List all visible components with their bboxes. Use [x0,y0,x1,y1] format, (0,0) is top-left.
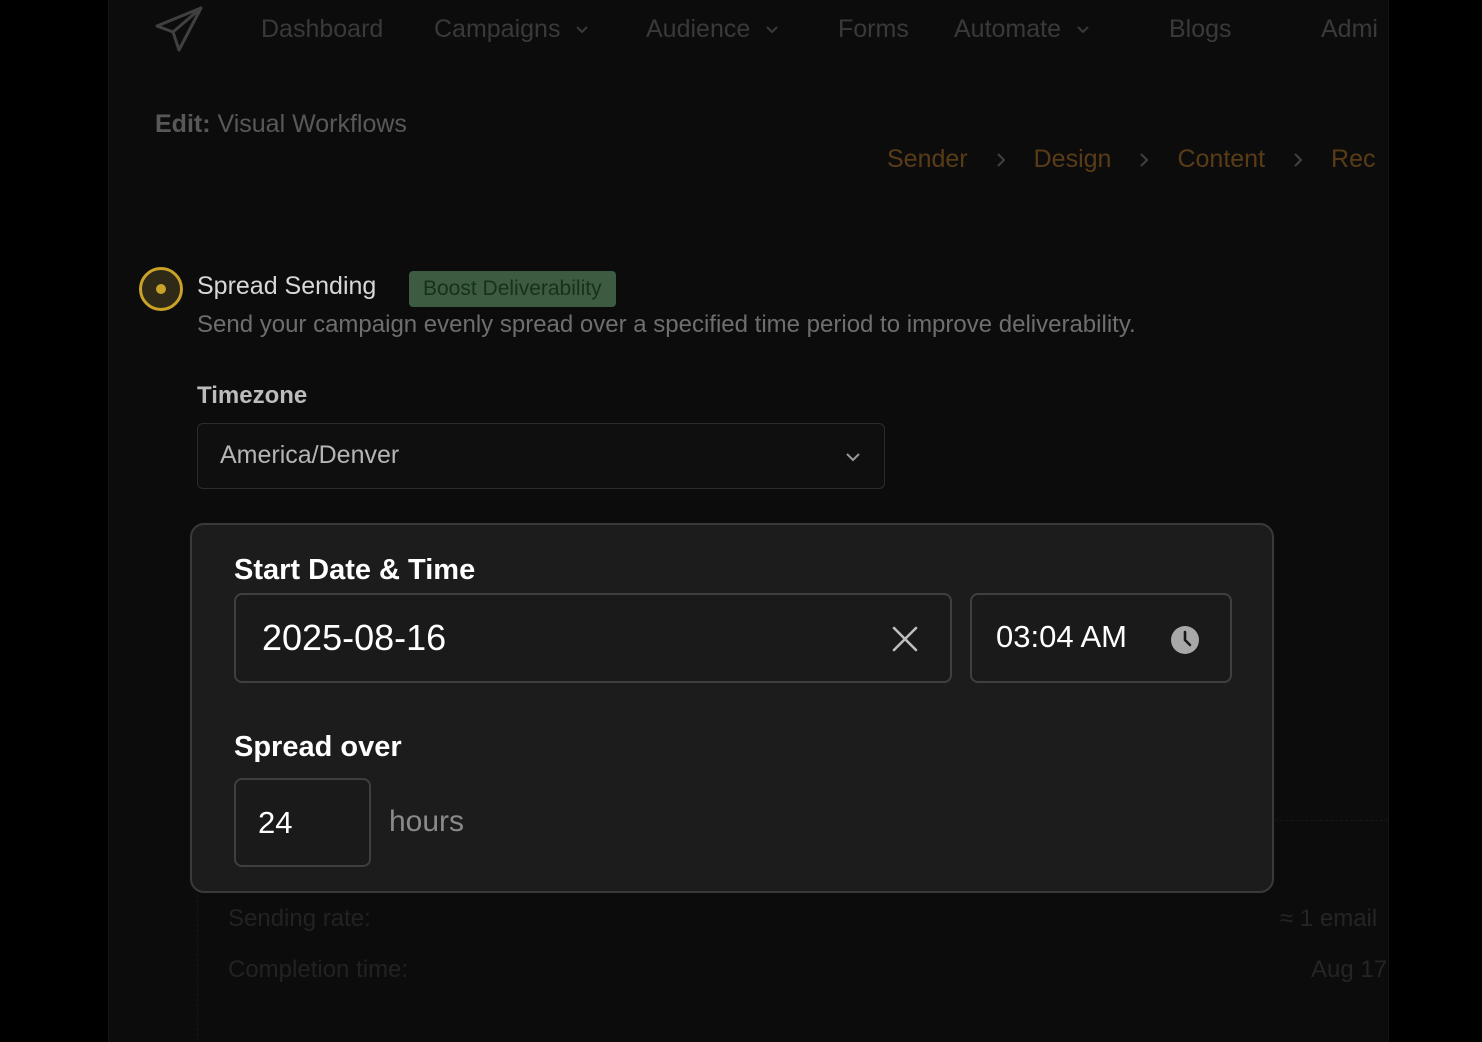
step-sender[interactable]: Sender [887,145,968,174]
completion-time-value: Aug 17 [1311,956,1388,983]
chevron-down-icon [1077,25,1089,33]
page-title: Edit: Visual Workflows [155,110,407,138]
sending-rate-value: ≈ 1 email [1280,905,1378,932]
timezone-label: Timezone [197,382,308,409]
clear-icon[interactable] [890,624,920,654]
boost-deliverability-badge: Boost Deliverability [409,271,616,307]
step-content[interactable]: Content [1177,145,1265,174]
sending-rate-label: Sending rate: [228,905,371,932]
spread-sending-radio[interactable] [139,267,183,311]
chevron-right-icon [1294,152,1303,167]
spread-hours-value: 24 [258,805,293,840]
nav-item-dashboard[interactable]: Dashboard [261,15,383,44]
top-nav: Dashboard Campaigns Audience Forms Autom… [109,0,1388,62]
timezone-select[interactable]: America/Denver [197,423,885,489]
start-date-input[interactable]: 2025-08-16 [234,593,952,683]
step-recipients[interactable]: Rec [1331,145,1375,174]
chevron-right-icon [1140,152,1149,167]
chevron-down-icon [576,25,589,33]
paper-plane-logo-icon[interactable] [153,4,205,56]
spread-sending-description: Send your campaign evenly spread over a … [197,311,1136,338]
start-time-value: 03:04 AM [996,619,1127,654]
nav-item-campaigns[interactable]: Campaigns [434,15,590,44]
start-time-input[interactable]: 03:04 AM [970,593,1232,683]
nav-item-automate[interactable]: Automate [954,15,1091,44]
chevron-right-icon [996,152,1006,167]
completion-time-label: Completion time: [228,956,409,983]
nav-item-blogs[interactable]: Blogs [1169,15,1232,44]
nav-item-forms[interactable]: Forms [838,15,909,44]
breadcrumb-steps: Sender Design Content Rec [887,145,1375,174]
start-date-time-label: Start Date & Time [234,554,476,586]
nav-item-audience[interactable]: Audience [646,15,780,44]
chevron-down-icon [846,453,860,462]
spread-sending-title: Spread Sending [197,272,377,300]
start-date-value: 2025-08-16 [262,617,447,658]
spread-over-label: Spread over [234,731,402,763]
hours-unit-label: hours [389,805,465,838]
step-design[interactable]: Design [1034,145,1112,174]
clock-icon[interactable] [1170,625,1200,655]
chevron-down-icon [766,25,778,33]
nav-item-admin[interactable]: Admi [1321,15,1378,44]
spread-hours-input[interactable]: 24 [234,778,371,867]
schedule-panel: Start Date & Time 2025-08-16 03:04 AM Sp… [190,523,1274,893]
timezone-value: America/Denver [220,441,400,469]
